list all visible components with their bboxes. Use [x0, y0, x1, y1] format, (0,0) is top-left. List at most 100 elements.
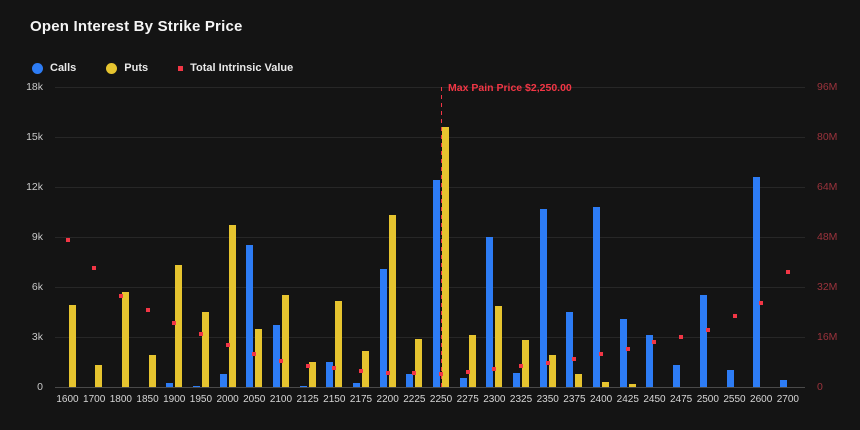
intrinsic-dot-2375[interactable] [572, 357, 576, 361]
y-axis-left-tick-9k: 9k [32, 231, 43, 243]
bar-puts-1800[interactable] [122, 292, 129, 387]
bar-calls-2175[interactable] [353, 383, 360, 387]
intrinsic-dot-2125[interactable] [306, 364, 310, 368]
legend-item-calls[interactable]: Calls [32, 62, 76, 74]
bar-puts-2275[interactable] [469, 335, 476, 388]
bar-calls-2600[interactable] [753, 177, 760, 387]
legend-item-puts[interactable]: Puts [106, 62, 148, 74]
x-axis-tick-2700: 2700 [777, 394, 799, 405]
intrinsic-dot-2425[interactable] [626, 347, 630, 351]
bar-puts-1700[interactable] [95, 365, 102, 388]
bar-calls-2325[interactable] [513, 373, 520, 387]
intrinsic-dot-2150[interactable] [332, 366, 336, 370]
bar-calls-2050[interactable] [246, 245, 253, 387]
bar-puts-1900[interactable] [175, 265, 182, 387]
max-pain-label: Max Pain Price $2,250.00 [448, 82, 572, 94]
page-title: Open Interest By Strike Price [30, 18, 243, 35]
intrinsic-dot-2275[interactable] [466, 370, 470, 374]
legend: Calls Puts Total Intrinsic Value [32, 62, 293, 74]
bar-calls-2425[interactable] [620, 319, 627, 387]
intrinsic-dot-1950[interactable] [199, 332, 203, 336]
intrinsic-dot-2700[interactable] [786, 270, 790, 274]
bar-puts-1850[interactable] [149, 355, 156, 387]
intrinsic-dot-1900[interactable] [172, 321, 176, 325]
intrinsic-dot-2400[interactable] [599, 352, 603, 356]
bar-calls-2000[interactable] [220, 374, 227, 387]
intrinsic-dot-2225[interactable] [412, 371, 416, 375]
intrinsic-dot-2450[interactable] [652, 340, 656, 344]
x-axis-tick-2050: 2050 [243, 394, 265, 405]
x-axis-tick-2475: 2475 [670, 394, 692, 405]
x-axis-tick-2450: 2450 [643, 394, 665, 405]
x-axis-tick-2175: 2175 [350, 394, 372, 405]
y-axis-left-tick-18k: 18k [26, 81, 43, 93]
puts-marker-icon [106, 63, 117, 74]
intrinsic-dot-1800[interactable] [119, 294, 123, 298]
bar-calls-2475[interactable] [673, 365, 680, 388]
intrinsic-dot-2600[interactable] [759, 301, 763, 305]
intrinsic-dot-2550[interactable] [733, 314, 737, 318]
intrinsic-dot-2325[interactable] [519, 364, 523, 368]
intrinsic-dot-2050[interactable] [252, 352, 256, 356]
y-axis-right-tick-16M: 16M [817, 331, 837, 343]
intrinsic-dot-2175[interactable] [359, 369, 363, 373]
bar-calls-1900[interactable] [166, 383, 173, 387]
bar-calls-1950[interactable] [193, 386, 200, 387]
bar-puts-1600[interactable] [69, 305, 76, 388]
bar-puts-2250[interactable] [442, 127, 449, 387]
gridline-18k [55, 87, 805, 88]
bar-puts-2375[interactable] [575, 374, 582, 387]
bar-puts-2100[interactable] [282, 295, 289, 388]
x-axis-tick-1900: 1900 [163, 394, 185, 405]
x-axis-tick-2150: 2150 [323, 394, 345, 405]
intrinsic-dot-1600[interactable] [66, 238, 70, 242]
intrinsic-dot-1700[interactable] [92, 266, 96, 270]
x-axis-line [55, 387, 805, 388]
intrinsic-dot-2200[interactable] [386, 371, 390, 375]
bar-puts-2400[interactable] [602, 382, 609, 387]
bar-puts-2225[interactable] [415, 339, 422, 387]
bar-calls-2375[interactable] [566, 312, 573, 387]
bar-puts-2000[interactable] [229, 225, 236, 388]
bar-puts-2300[interactable] [495, 306, 502, 387]
bar-puts-2050[interactable] [255, 329, 262, 387]
max-pain-line [441, 87, 442, 387]
intrinsic-dot-2500[interactable] [706, 328, 710, 332]
bar-calls-2125[interactable] [300, 386, 307, 387]
bar-calls-2225[interactable] [406, 374, 413, 387]
bar-puts-2325[interactable] [522, 340, 529, 387]
bar-puts-2175[interactable] [362, 351, 369, 387]
x-axis-tick-2000: 2000 [216, 394, 238, 405]
intrinsic-dot-2300[interactable] [492, 367, 496, 371]
y-axis-right-tick-64M: 64M [817, 181, 837, 193]
bar-calls-2550[interactable] [727, 370, 734, 388]
intrinsic-dot-2000[interactable] [226, 343, 230, 347]
bar-calls-2500[interactable] [700, 295, 707, 388]
x-axis-tick-1600: 1600 [56, 394, 78, 405]
bar-puts-2125[interactable] [309, 362, 316, 387]
bar-puts-1950[interactable] [202, 312, 209, 387]
bar-puts-2350[interactable] [549, 355, 556, 388]
intrinsic-dot-1850[interactable] [146, 308, 150, 312]
intrinsic-dot-2475[interactable] [679, 335, 683, 339]
bar-calls-2250[interactable] [433, 180, 440, 387]
bar-puts-2150[interactable] [335, 301, 342, 387]
bar-puts-2425[interactable] [629, 384, 636, 387]
bar-calls-2275[interactable] [460, 378, 467, 387]
intrinsic-dot-2350[interactable] [546, 361, 550, 365]
calls-marker-icon [32, 63, 43, 74]
bar-calls-2300[interactable] [486, 237, 493, 387]
bar-calls-2100[interactable] [273, 325, 280, 387]
bar-puts-2200[interactable] [389, 215, 396, 388]
legend-label-calls: Calls [50, 62, 76, 74]
x-axis-tick-2225: 2225 [403, 394, 425, 405]
x-axis-tick-2400: 2400 [590, 394, 612, 405]
x-axis-tick-2425: 2425 [617, 394, 639, 405]
bar-calls-2200[interactable] [380, 269, 387, 387]
bar-calls-2400[interactable] [593, 207, 600, 387]
x-axis-tick-1850: 1850 [136, 394, 158, 405]
bar-calls-2700[interactable] [780, 380, 787, 387]
legend-item-intrinsic[interactable]: Total Intrinsic Value [178, 62, 293, 74]
intrinsic-dot-2100[interactable] [279, 359, 283, 363]
legend-label-puts: Puts [124, 62, 148, 74]
